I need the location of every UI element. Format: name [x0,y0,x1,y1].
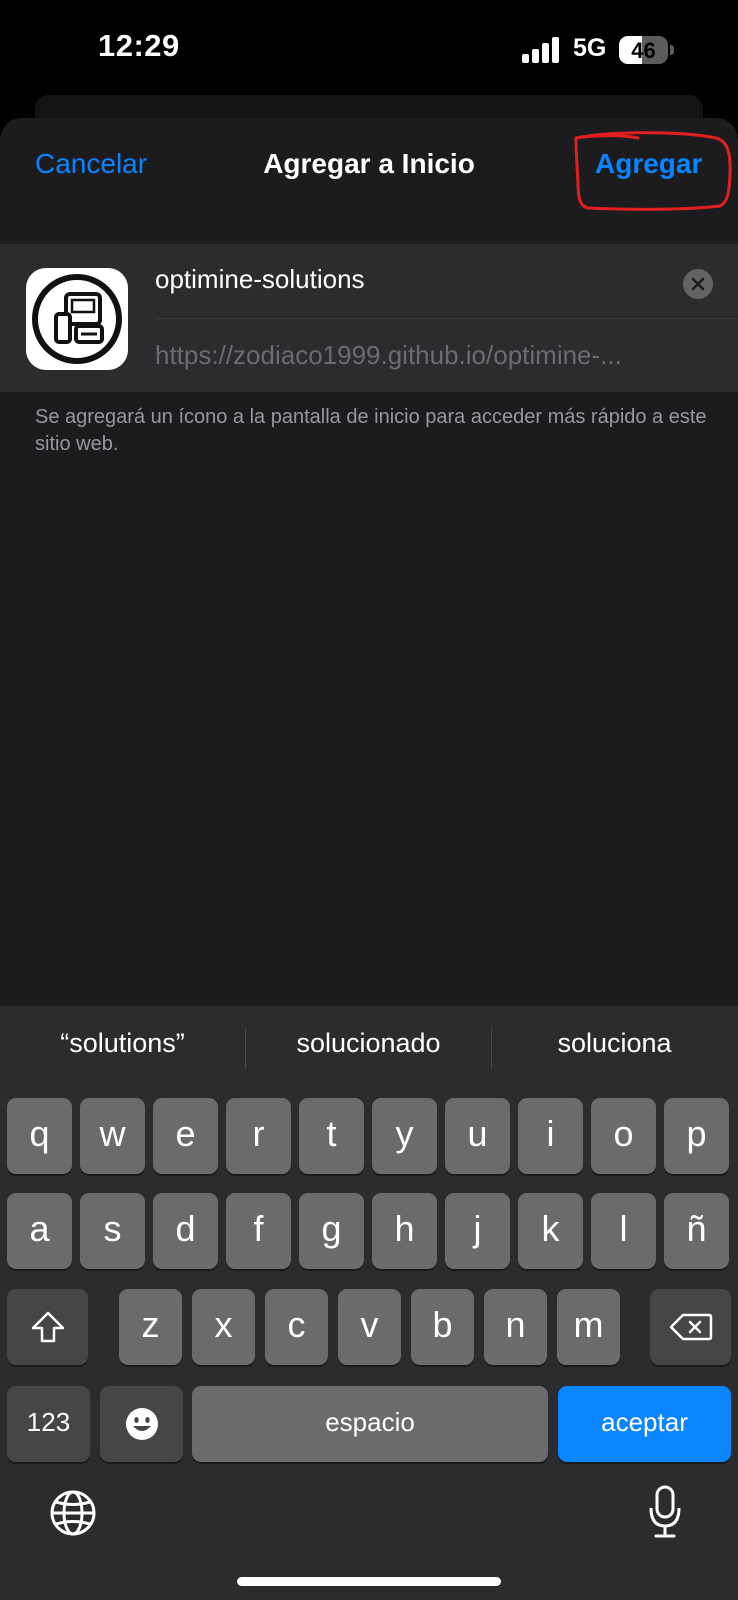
shift-icon [31,1311,64,1343]
key[interactable]: z [119,1289,182,1365]
key[interactable]: n [484,1289,547,1365]
numbers-key[interactable]: 123 [7,1386,90,1462]
key[interactable]: q [7,1098,72,1174]
globe-icon[interactable] [49,1489,97,1542]
key[interactable]: t [299,1098,364,1174]
keyboard: “solutions” solucionado soluciona q w e … [0,1006,738,1600]
key[interactable]: p [664,1098,729,1174]
battery-level: 46 [631,38,656,63]
key[interactable]: b [411,1289,474,1365]
field-divider [155,318,738,319]
key[interactable]: ñ [664,1193,729,1269]
key[interactable]: e [153,1098,218,1174]
microphone-icon[interactable] [647,1484,683,1545]
key[interactable]: w [80,1098,145,1174]
key[interactable]: g [299,1193,364,1269]
key[interactable]: c [265,1289,328,1365]
return-key[interactable]: aceptar [558,1386,731,1462]
space-key[interactable]: espacio [192,1386,548,1462]
backspace-icon [669,1313,712,1341]
home-indicator [237,1577,501,1586]
app-icon [26,268,128,370]
key[interactable]: f [226,1193,291,1269]
cellular-signal-icon [522,37,562,63]
key[interactable]: k [518,1193,583,1269]
network-type: 5G [573,34,607,62]
shortcut-form: optimine-solutions https://zodiaco1999.g… [0,244,738,392]
key[interactable]: y [372,1098,437,1174]
key[interactable]: o [591,1098,656,1174]
battery-tip [670,45,674,55]
key[interactable]: u [445,1098,510,1174]
emoji-key[interactable] [100,1386,183,1462]
key[interactable]: v [338,1289,401,1365]
delete-key[interactable] [650,1289,731,1365]
shift-key[interactable] [7,1289,88,1365]
url-field: https://zodiaco1999.github.io/optimine-.… [155,340,622,370]
key[interactable]: r [226,1098,291,1174]
red-annotation-circle [574,131,732,211]
clear-text-icon[interactable] [683,269,713,299]
key[interactable]: d [153,1193,218,1269]
devices-icon [32,274,122,364]
suggestion-bar: “solutions” solucionado soluciona [0,1006,738,1092]
key[interactable]: x [192,1289,255,1365]
hint-text: Se agregará un ícono a la pantalla de in… [35,406,707,455]
key[interactable]: a [7,1193,72,1269]
key[interactable]: j [445,1193,510,1269]
suggestion-1[interactable]: “solutions” [0,1028,245,1059]
battery-icon: 46 [619,36,668,64]
key[interactable]: l [591,1193,656,1269]
key[interactable]: h [372,1193,437,1269]
status-bar: 12:29 5G 46 [0,0,738,100]
status-time: 12:29 [98,28,180,63]
shortcut-name-field[interactable]: optimine-solutions [155,264,365,295]
emoji-icon [125,1408,158,1440]
key[interactable]: s [80,1193,145,1269]
key[interactable]: m [557,1289,620,1365]
suggestion-2[interactable]: solucionado [246,1028,491,1059]
suggestion-3[interactable]: soluciona [492,1028,737,1059]
key[interactable]: i [518,1098,583,1174]
